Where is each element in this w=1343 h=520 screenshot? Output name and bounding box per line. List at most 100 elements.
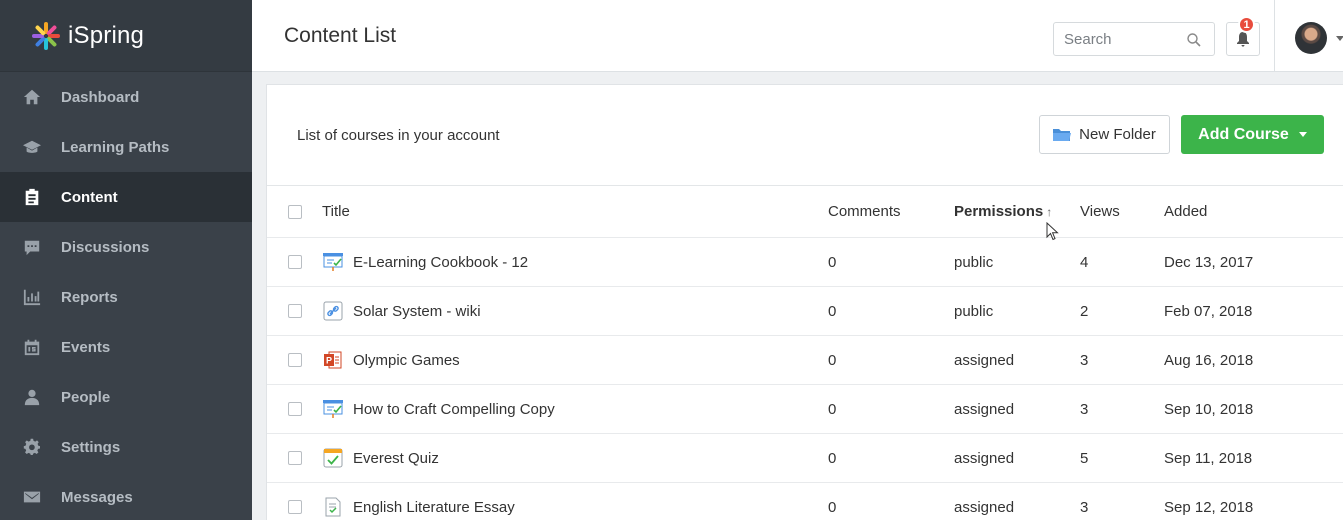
chevron-down-icon: [1298, 132, 1307, 137]
sidebar-item-learning-paths[interactable]: Learning Paths: [0, 122, 252, 172]
powerpoint-icon: P: [322, 349, 344, 371]
sidebar-item-label: Learning Paths: [61, 138, 170, 156]
views-count: 3: [1080, 351, 1089, 369]
row-checkbox[interactable]: [288, 238, 302, 286]
gear-icon: [22, 437, 42, 457]
course-title[interactable]: Solar System - wiki: [353, 303, 481, 320]
sidebar-item-content[interactable]: Content: [0, 172, 252, 222]
course-title[interactable]: How to Craft Compelling Copy: [353, 401, 555, 418]
link-icon: [322, 300, 344, 322]
notification-badge: 1: [1238, 16, 1255, 33]
table-header: Title Comments Permissions ↑ Views Added: [267, 186, 1343, 238]
row-title-cell: Solar System - wiki: [322, 287, 481, 335]
table-row[interactable]: English Literature Essay 0 assigned 3 Se…: [267, 483, 1343, 520]
avatar[interactable]: [1295, 22, 1327, 54]
presentation-icon: [322, 398, 344, 420]
new-folder-button[interactable]: New Folder: [1039, 115, 1170, 154]
presentation-icon: [322, 251, 344, 273]
row-checkbox[interactable]: [288, 483, 302, 520]
brand-name: iSpring: [68, 21, 145, 49]
sidebar-item-people[interactable]: People: [0, 372, 252, 422]
sidebar-item-reports[interactable]: Reports: [0, 272, 252, 322]
sidebar-item-settings[interactable]: Settings: [0, 422, 252, 472]
row-checkbox[interactable]: [288, 434, 302, 482]
page-title: Content List: [284, 24, 397, 47]
ispring-logo-icon: [30, 20, 62, 52]
table-row[interactable]: P Olympic Games 0 assigned 3 Aug 16, 201…: [267, 336, 1343, 385]
svg-text:P: P: [326, 356, 332, 366]
row-title-cell: How to Craft Compelling Copy: [322, 385, 555, 433]
sidebar: iSpring Dashboard Learning Paths Content…: [0, 0, 252, 520]
sidebar-item-dashboard[interactable]: Dashboard: [0, 72, 252, 122]
logo[interactable]: iSpring: [0, 0, 252, 72]
table-row[interactable]: Everest Quiz 0 assigned 5 Sep 11, 2018: [267, 434, 1343, 483]
course-title[interactable]: E-Learning Cookbook - 12: [353, 254, 528, 271]
row-checkbox[interactable]: [288, 385, 302, 433]
added-date: Sep 10, 2018: [1164, 400, 1254, 418]
course-title[interactable]: Everest Quiz: [353, 450, 439, 467]
chat-icon: [22, 237, 42, 257]
views-count: 3: [1080, 400, 1089, 418]
sort-ascending-icon: ↑: [1046, 204, 1053, 219]
row-checkbox[interactable]: [288, 287, 302, 335]
sidebar-item-label: Content: [61, 188, 118, 206]
row-checkbox[interactable]: [288, 336, 302, 384]
permissions-value: assigned: [954, 449, 1015, 467]
sidebar-item-messages[interactable]: Messages: [0, 472, 252, 520]
person-icon: [22, 387, 42, 407]
added-date: Dec 13, 2017: [1164, 253, 1254, 271]
column-views[interactable]: Views: [1080, 186, 1120, 237]
added-date: Sep 12, 2018: [1164, 498, 1254, 516]
comments-count: 0: [828, 498, 837, 516]
table-row[interactable]: Solar System - wiki 0 public 2 Feb 07, 2…: [267, 287, 1343, 336]
column-permissions-label: Permissions: [954, 203, 1044, 220]
search-input[interactable]: [1064, 30, 1174, 48]
permissions-value: assigned: [954, 400, 1015, 418]
sidebar-item-label: Reports: [61, 288, 118, 306]
sidebar-item-label: Settings: [61, 438, 121, 456]
course-title[interactable]: English Literature Essay: [353, 499, 515, 516]
views-count: 2: [1080, 302, 1089, 320]
permissions-value: public: [954, 302, 994, 320]
table-row[interactable]: How to Craft Compelling Copy 0 assigned …: [267, 385, 1343, 434]
divider: [1274, 0, 1275, 72]
clipboard-icon: [22, 187, 42, 207]
sidebar-item-discussions[interactable]: Discussions: [0, 222, 252, 272]
sidebar-item-label: Dashboard: [61, 88, 140, 106]
row-title-cell: English Literature Essay: [322, 483, 515, 520]
search-icon[interactable]: [1186, 32, 1202, 48]
comments-count: 0: [828, 253, 837, 271]
comments-count: 0: [828, 302, 837, 320]
views-count: 4: [1080, 253, 1089, 271]
column-title[interactable]: Title: [322, 186, 350, 237]
comments-count: 0: [828, 351, 837, 369]
folder-icon: [1053, 128, 1072, 141]
column-permissions[interactable]: Permissions ↑: [954, 186, 1052, 237]
added-date: Sep 11, 2018: [1164, 449, 1253, 467]
column-comments[interactable]: Comments: [828, 186, 901, 237]
content-panel: List of courses in your account New Fold…: [266, 84, 1343, 520]
permissions-value: public: [954, 253, 994, 271]
graduation-cap-icon: [22, 137, 42, 157]
add-course-button[interactable]: Add Course: [1181, 115, 1324, 154]
row-title-cell: P Olympic Games: [322, 336, 460, 384]
mouse-cursor-icon: [1046, 222, 1059, 241]
calendar-icon: [22, 337, 42, 357]
select-all-checkbox[interactable]: [288, 186, 302, 237]
search-box[interactable]: [1053, 22, 1215, 56]
top-bar: Content List 1: [252, 0, 1343, 72]
row-title-cell: E-Learning Cookbook - 12: [322, 238, 528, 286]
course-title[interactable]: Olympic Games: [353, 352, 460, 369]
permissions-value: assigned: [954, 498, 1015, 516]
home-icon: [22, 87, 42, 107]
table-row[interactable]: E-Learning Cookbook - 12 0 public 4 Dec …: [267, 238, 1343, 287]
comments-count: 0: [828, 400, 837, 418]
views-count: 3: [1080, 498, 1089, 516]
sidebar-item-label: Discussions: [61, 238, 150, 256]
added-date: Aug 16, 2018: [1164, 351, 1254, 369]
chevron-down-icon[interactable]: [1336, 36, 1343, 41]
added-date: Feb 07, 2018: [1164, 302, 1253, 320]
column-added[interactable]: Added: [1164, 186, 1207, 237]
sidebar-item-events[interactable]: Events: [0, 322, 252, 372]
sidebar-item-label: People: [61, 388, 111, 406]
